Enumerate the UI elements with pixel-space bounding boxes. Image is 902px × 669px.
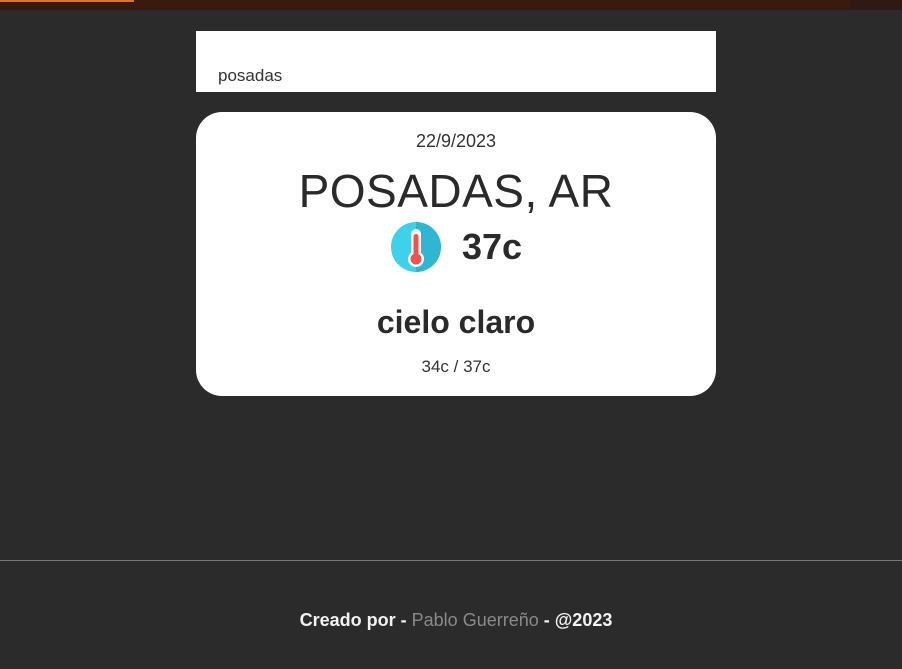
footer-divider [0, 560, 902, 561]
weather-condition: cielo claro [376, 304, 536, 340]
footer-year: @2023 [554, 610, 613, 630]
top-bar-edge [850, 0, 902, 10]
min-max-temperature: 34c / 37c [421, 357, 491, 376]
footer-separator: - [395, 610, 412, 630]
temperature-row: 37c [196, 220, 716, 274]
city-search-input[interactable] [196, 31, 716, 92]
search-box[interactable] [196, 31, 716, 92]
loading-progress-bar [0, 0, 134, 2]
weather-card: 22/9/2023 POSADAS, AR 37c cielo claro 34… [196, 112, 716, 396]
footer-separator: - [538, 610, 555, 630]
temperature-value: 37c [461, 226, 523, 267]
author-link[interactable]: Pablo Guerreño [412, 610, 539, 630]
weather-location: POSADAS, AR [298, 165, 614, 217]
footer-created-by: Creado por [299, 610, 396, 630]
weather-date: 22/9/2023 [415, 131, 497, 151]
footer: Creado por - Pablo Guerreño - @2023 [0, 610, 902, 631]
thermometer-icon [390, 222, 441, 272]
top-bar [0, 0, 902, 10]
